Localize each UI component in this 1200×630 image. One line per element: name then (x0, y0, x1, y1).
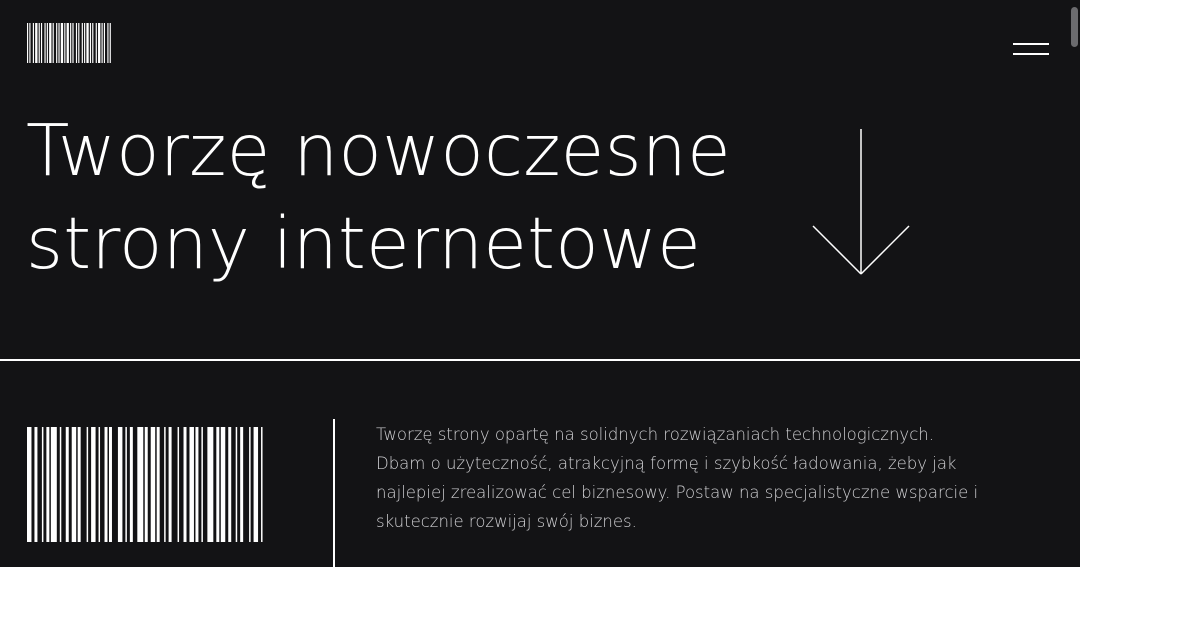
intro-line-4: skutecznie rozwijaj swój biznes. (376, 512, 637, 531)
intro-description: Tworzę strony opartę na solidnych rozwią… (376, 420, 979, 536)
page-viewport: Tworzę nowoczesne strony internetowe Two… (0, 0, 1080, 567)
scrollbar[interactable] (1071, 7, 1078, 47)
hamburger-menu-icon (1013, 43, 1049, 45)
barcode-icon (27, 427, 263, 542)
menu-button[interactable] (1008, 38, 1054, 62)
section-divider (0, 359, 1080, 361)
intro-line-1: Tworzę strony opartę na solidnych rozwią… (376, 425, 934, 444)
intro-line-2: Dbam o użyteczność, atrakcyjną formę i s… (376, 454, 957, 473)
hero-title-line-2: strony internetowe (26, 202, 701, 285)
vertical-divider (333, 419, 335, 567)
barcode-logo-icon[interactable] (27, 23, 112, 63)
hamburger-menu-icon-line (1013, 53, 1049, 55)
hero-title: Tworzę nowoczesne strony internetowe (26, 104, 731, 290)
arrow-down-icon[interactable] (810, 127, 912, 277)
hero-title-line-1: Tworzę nowoczesne (26, 109, 731, 192)
intro-line-3: najlepiej zrealizować cel biznesowy. Pos… (376, 483, 979, 502)
